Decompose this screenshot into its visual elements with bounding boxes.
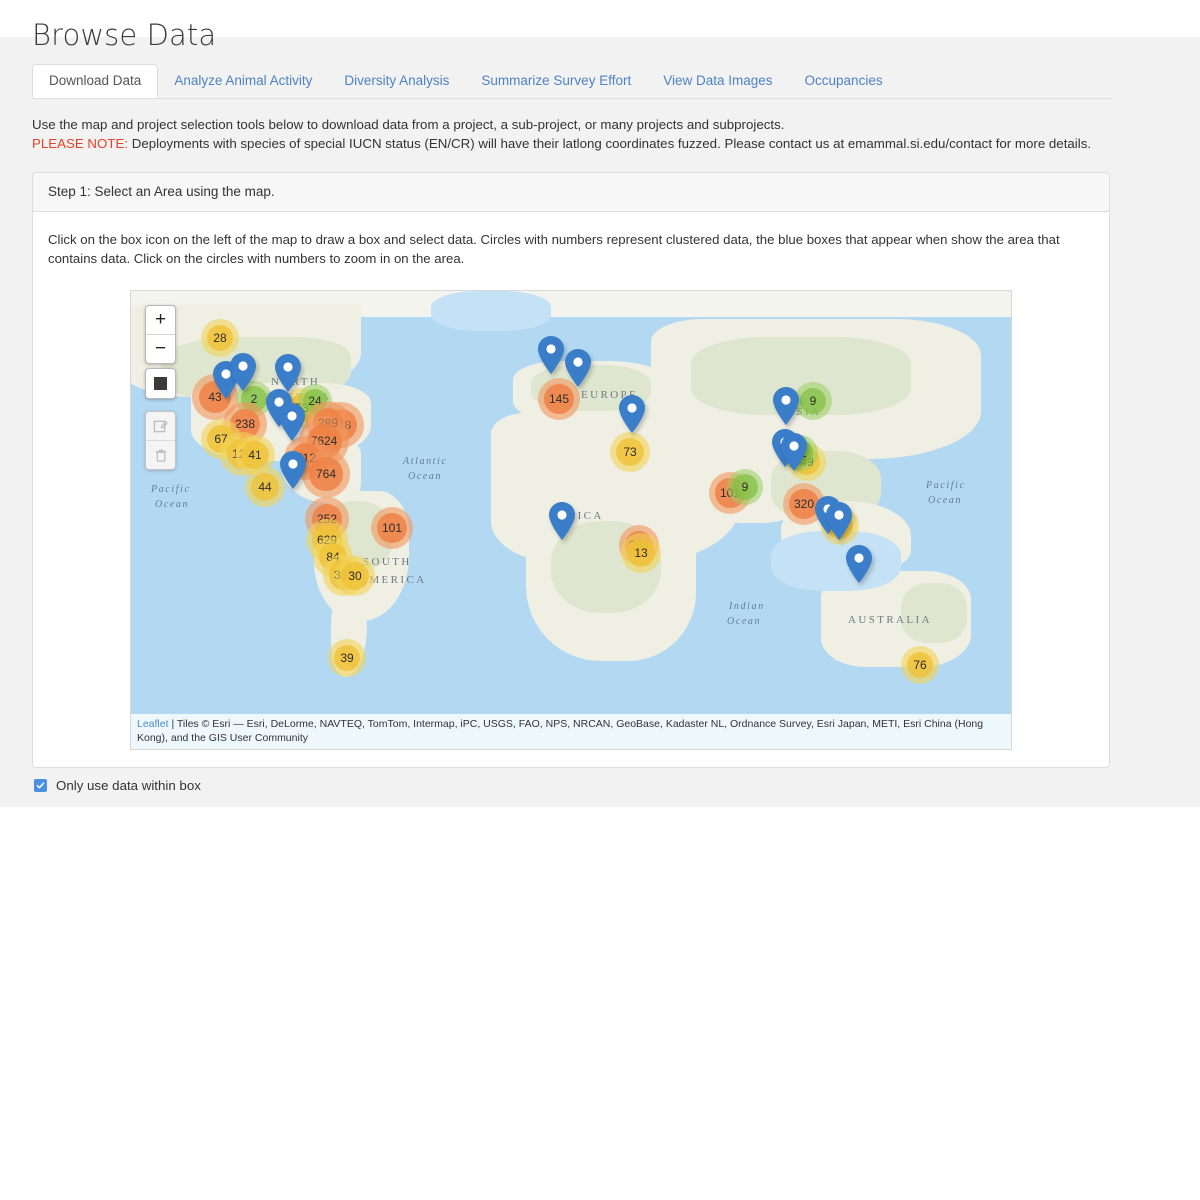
cluster-count: 76: [906, 651, 934, 679]
map-pin-marker[interactable]: [826, 502, 852, 540]
please-note-label: PLEASE NOTE:: [32, 136, 129, 151]
zoom-out-button[interactable]: −: [146, 335, 175, 363]
draw-rectangle-button[interactable]: [145, 368, 176, 399]
trash-icon: [155, 449, 166, 462]
cluster-count: 9: [732, 474, 758, 500]
step-1-body: Click on the box icon on the left of the…: [33, 212, 1109, 750]
cluster-count: 145: [544, 384, 574, 414]
intro-line-1: Use the map and project selection tools …: [32, 117, 785, 132]
cluster-count: 41: [241, 441, 269, 469]
map-cluster-marker[interactable]: 30: [335, 556, 375, 596]
map-attribution: Leaflet | Tiles © Esri — Esri, DeLorme, …: [131, 714, 1011, 749]
map-pin-marker[interactable]: [230, 353, 256, 391]
tab-bar: Download Data Analyze Animal Activity Dive…: [32, 63, 1112, 99]
attribution-text: | Tiles © Esri — Esri, DeLorme, NAVTEQ, …: [137, 718, 984, 744]
only-use-data-within-box-checkbox[interactable]: [34, 779, 47, 792]
leaflet-map[interactable]: NORTHAMERICASOUTHAMERICAAFRICAEUROPEASIA…: [130, 290, 1012, 750]
step-1-header: Step 1: Select an Area using the map.: [33, 173, 1109, 212]
map-zoom-control[interactable]: + −: [145, 305, 176, 364]
leaflet-link[interactable]: Leaflet: [137, 718, 169, 730]
zoom-in-button[interactable]: +: [146, 306, 175, 335]
map-green-australia: [901, 583, 967, 643]
map-cluster-marker[interactable]: 73: [610, 432, 650, 472]
map-cluster-marker[interactable]: 9: [794, 382, 832, 420]
cluster-count: 9: [799, 387, 827, 415]
step-1-panel: Step 1: Select an Area using the map. Cl…: [32, 172, 1110, 768]
map-shelf-north-atlantic: [431, 291, 551, 331]
page-title: Browse Data: [32, 18, 217, 52]
edit-shape-button[interactable]: [146, 412, 175, 441]
cluster-count: 101: [377, 513, 407, 543]
cluster-count: 764: [309, 457, 343, 491]
delete-shape-button[interactable]: [146, 441, 175, 469]
intro-text: Use the map and project selection tools …: [32, 115, 1112, 153]
cluster-count: 73: [616, 438, 644, 466]
map-cluster-marker[interactable]: 28: [201, 319, 239, 357]
tab-diversity-analysis[interactable]: Diversity Analysis: [328, 65, 465, 97]
map-pin-marker[interactable]: [280, 451, 306, 489]
map-cluster-marker[interactable]: 13: [621, 533, 661, 573]
cluster-count: 13: [627, 539, 655, 567]
check-icon: [36, 782, 45, 789]
map-pin-marker[interactable]: [565, 349, 591, 387]
map-pin-marker[interactable]: [275, 354, 301, 392]
map-cluster-marker[interactable]: 101: [371, 507, 413, 549]
only-use-data-within-box-row[interactable]: Only use data within box: [34, 778, 201, 793]
map-edit-control[interactable]: [145, 411, 176, 470]
map-canvas[interactable]: NORTHAMERICASOUTHAMERICAAFRICAEUROPEASIA…: [131, 291, 1011, 749]
tab-view-data-images[interactable]: View Data Images: [647, 65, 788, 97]
map-pin-marker[interactable]: [846, 545, 872, 583]
map-cluster-marker[interactable]: 76: [901, 646, 939, 684]
cluster-count: 39: [333, 644, 361, 672]
cluster-count: 28: [206, 324, 234, 352]
map-pin-marker[interactable]: [773, 387, 799, 425]
map-pin-marker[interactable]: [549, 502, 575, 540]
only-use-data-within-box-label: Only use data within box: [56, 778, 201, 793]
tab-summarize-survey-effort[interactable]: Summarize Survey Effort: [465, 65, 647, 97]
map-help-text: Click on the box icon on the left of the…: [48, 232, 1060, 266]
cluster-count: 30: [341, 562, 369, 590]
edit-icon: [153, 420, 168, 432]
map-cluster-marker[interactable]: 9: [727, 469, 763, 505]
cluster-count: 44: [251, 473, 279, 501]
map-pin-marker[interactable]: [538, 336, 564, 374]
tab-download-data[interactable]: Download Data: [32, 64, 159, 98]
map-pin-marker[interactable]: [781, 433, 807, 471]
tab-occupancies[interactable]: Occupancies: [789, 65, 899, 97]
map-cluster-marker[interactable]: 39: [328, 639, 366, 677]
map-pin-marker[interactable]: [619, 395, 645, 433]
map-pin-marker[interactable]: [279, 403, 305, 441]
map-cluster-marker[interactable]: 764: [302, 450, 350, 498]
please-note-text: Deployments with species of special IUCN…: [128, 136, 1092, 151]
tab-analyze-animal-activity[interactable]: Analyze Animal Activity: [158, 65, 328, 97]
map-cluster-marker[interactable]: 44: [245, 467, 285, 507]
draw-box-icon: [154, 377, 167, 390]
intro-note: PLEASE NOTE: Deployments with species of…: [32, 134, 1112, 153]
